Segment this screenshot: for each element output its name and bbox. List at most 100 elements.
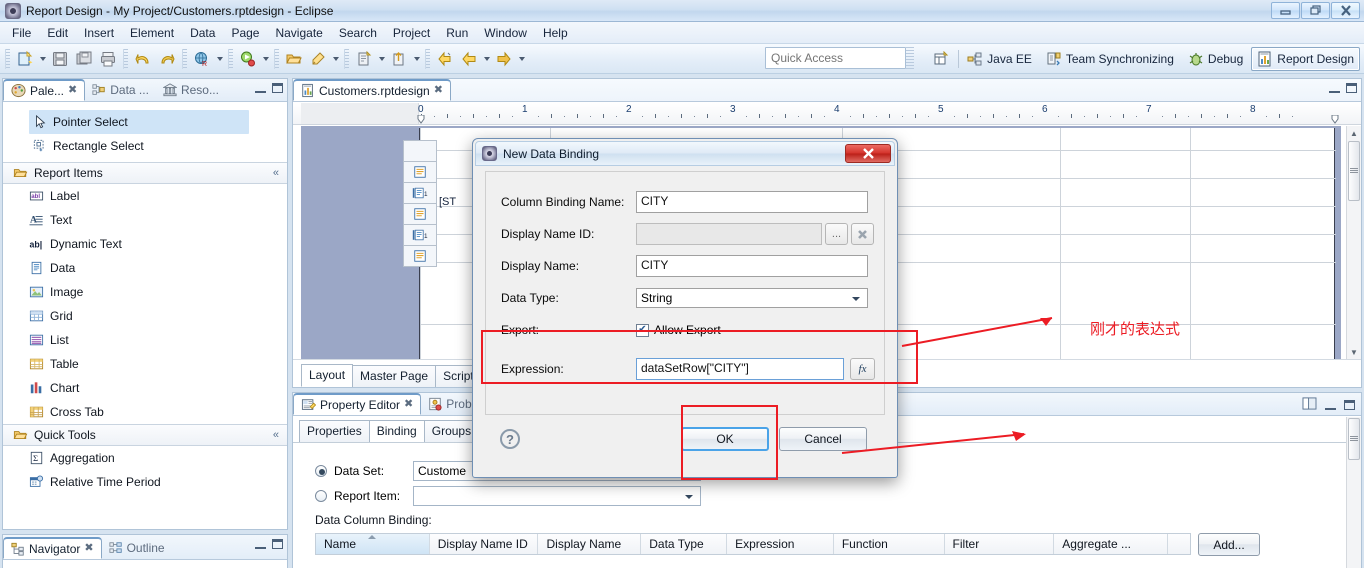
tab-data-explorer[interactable]: Data ... <box>85 79 156 101</box>
menu-run[interactable]: Run <box>438 24 476 42</box>
layout-tab-layout[interactable]: Layout <box>301 364 354 387</box>
back-arrow-icon[interactable] <box>458 48 480 70</box>
new-dropdown-arrow[interactable] <box>37 48 48 70</box>
menu-navigate[interactable]: Navigate <box>267 24 330 42</box>
restore-panels-icon[interactable] <box>1302 397 1317 413</box>
scrollbar-thumb[interactable] <box>1348 418 1360 460</box>
tab-customers-rptdesign[interactable]: Customers.rptdesign ✖ <box>293 79 451 101</box>
palette-item-list[interactable]: List <box>3 328 287 352</box>
column-header-display-name-id[interactable]: Display Name ID <box>429 534 539 554</box>
close-icon[interactable]: ✖ <box>84 543 93 554</box>
palette-item-text[interactable]: A Text <box>3 208 287 232</box>
new-element-dropdown-arrow[interactable] <box>376 48 387 70</box>
menu-edit[interactable]: Edit <box>39 24 76 42</box>
menu-window[interactable]: Window <box>476 24 535 42</box>
export-icon[interactable] <box>388 48 410 70</box>
chevron-collapse-icon[interactable]: « <box>273 429 279 441</box>
table-row-handle-3[interactable] <box>403 203 437 225</box>
column-header-data-type[interactable]: Data Type <box>641 534 728 554</box>
close-icon[interactable]: ✖ <box>404 399 413 410</box>
property-editor-vertical-scrollbar[interactable] <box>1346 417 1361 568</box>
palette-tool-rectangle-select[interactable]: Rectangle Select <box>3 134 287 158</box>
restore-button[interactable] <box>1301 2 1330 19</box>
table-row-handle-4[interactable]: 1 <box>403 224 437 246</box>
column-header-function[interactable]: Function <box>833 534 945 554</box>
column-header-display-name[interactable]: Display Name <box>538 534 642 554</box>
column-binding-name-input[interactable]: CITY <box>636 191 868 213</box>
chevron-collapse-icon[interactable]: « <box>273 167 279 179</box>
data-type-combo[interactable]: String <box>636 288 868 308</box>
run-icon[interactable] <box>237 48 259 70</box>
run-dropdown-arrow[interactable] <box>260 48 271 70</box>
cancel-button[interactable]: Cancel <box>779 427 867 451</box>
help-icon[interactable]: ? <box>500 429 520 449</box>
save-all-icon[interactable] <box>73 48 95 70</box>
toolbar-grip-5[interactable] <box>274 48 279 69</box>
sub-tab-properties[interactable]: Properties <box>299 420 370 442</box>
column-header-aggregate[interactable]: Aggregate ... <box>1054 534 1169 554</box>
table-row-handle-2[interactable]: 1 <box>403 182 437 204</box>
layout-tab-master-page[interactable]: Master Page <box>352 365 437 387</box>
menu-file[interactable]: File <box>4 24 39 42</box>
table-corner-handle[interactable] <box>403 140 437 162</box>
column-header-expression[interactable]: Expression <box>727 534 834 554</box>
tab-palette[interactable]: Pale... ✖ <box>3 79 86 101</box>
scroll-up-arrow-icon[interactable]: ▲ <box>1347 126 1361 140</box>
save-icon[interactable] <box>49 48 71 70</box>
table-row-handle-1[interactable] <box>403 161 437 183</box>
toolbar-grip[interactable] <box>5 48 10 69</box>
palette-item-label[interactable]: abl Label <box>3 184 287 208</box>
maximize-view-icon[interactable] <box>1344 400 1355 410</box>
minimize-view-icon[interactable] <box>1325 400 1336 410</box>
back-dropdown-arrow[interactable] <box>481 48 492 70</box>
right-indent-marker[interactable] <box>1331 114 1339 124</box>
palette-item-image[interactable]: Image <box>3 280 287 304</box>
left-indent-marker[interactable] <box>417 114 425 124</box>
palette-group-report-items[interactable]: Report Items « <box>3 162 287 184</box>
perspective-debug[interactable]: Debug <box>1182 47 1249 71</box>
sub-tab-binding[interactable]: Binding <box>368 420 425 442</box>
menu-data[interactable]: Data <box>182 24 223 42</box>
new-report-icon[interactable] <box>14 48 36 70</box>
open-folder-icon[interactable] <box>283 48 305 70</box>
close-button[interactable] <box>1331 2 1360 19</box>
tab-property-editor[interactable]: Property Editor ✖ <box>293 393 422 415</box>
palette-item-cross-tab[interactable]: Cross Tab <box>3 400 287 424</box>
editor-vertical-scrollbar[interactable]: ▲ ▼ <box>1346 126 1361 359</box>
toolbar-grip-7[interactable] <box>425 48 430 69</box>
perspective-team-synchronizing[interactable]: Team Synchronizing <box>1040 47 1180 71</box>
minimize-button[interactable] <box>1271 2 1300 19</box>
palette-group-quick-tools[interactable]: Quick Tools « <box>3 424 287 446</box>
menu-insert[interactable]: Insert <box>76 24 122 42</box>
scrollbar-thumb[interactable] <box>1348 141 1360 201</box>
palette-item-dynamic-text[interactable]: ab| Dynamic Text <box>3 232 287 256</box>
web-preview-icon[interactable]: R <box>191 48 213 70</box>
close-icon[interactable]: ✖ <box>68 85 77 96</box>
redo-icon[interactable] <box>156 48 178 70</box>
close-icon[interactable]: ✖ <box>434 85 443 96</box>
quick-access-input[interactable] <box>765 47 906 69</box>
minimize-view-icon[interactable] <box>255 83 266 93</box>
display-name-id-browse-button[interactable]: ... <box>825 223 848 245</box>
data-set-radio[interactable] <box>315 465 327 477</box>
maximize-view-icon[interactable] <box>272 83 283 93</box>
toolbar-grip-2[interactable] <box>123 48 128 69</box>
menu-page[interactable]: Page <box>223 24 267 42</box>
minimize-view-icon[interactable] <box>255 539 266 549</box>
toolbar-grip-4[interactable] <box>228 48 233 69</box>
menu-project[interactable]: Project <box>385 24 438 42</box>
palette-item-relative-time-period[interactable]: Relative Time Period <box>3 470 287 494</box>
report-item-combo[interactable] <box>413 486 701 506</box>
palette-item-data[interactable]: Data <box>3 256 287 280</box>
palette-item-table[interactable]: Table <box>3 352 287 376</box>
maximize-view-icon[interactable] <box>272 539 283 549</box>
tab-navigator[interactable]: Navigator ✖ <box>3 537 102 559</box>
forward-arrow-icon[interactable] <box>493 48 515 70</box>
toolbar-grip-6[interactable] <box>344 48 349 69</box>
open-perspective-icon[interactable] <box>926 47 956 71</box>
dialog-close-button[interactable] <box>845 144 891 163</box>
tab-outline[interactable]: Outline <box>102 537 172 559</box>
report-item-radio[interactable] <box>315 490 327 502</box>
toolbar-grip-3[interactable] <box>182 48 187 69</box>
minimize-view-icon[interactable] <box>1329 83 1340 93</box>
